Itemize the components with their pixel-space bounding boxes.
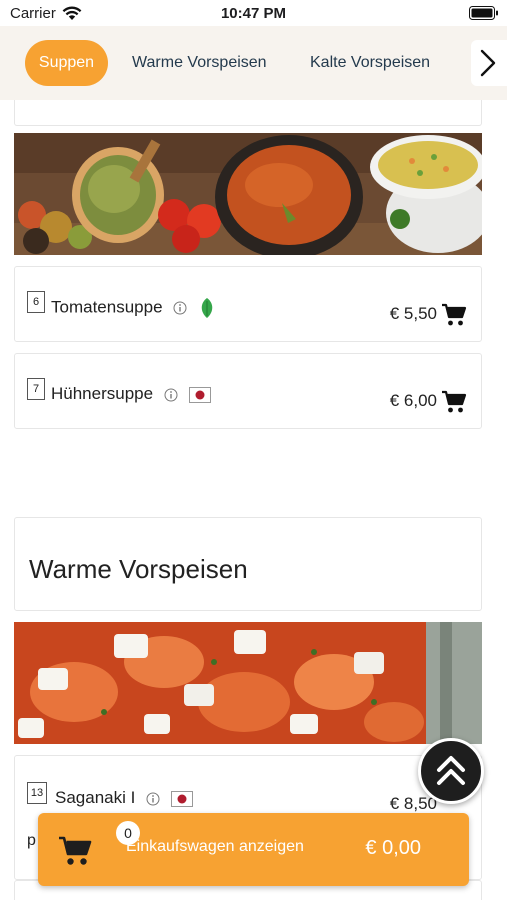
item-number: 6 [27, 291, 45, 313]
cart-icon [59, 836, 92, 865]
tab-kalte-vorspeisen[interactable]: Kalte Vorspeisen [310, 40, 430, 86]
item-price: € 5,50 [389, 304, 437, 323]
cart-label: Einkaufswagen anzeigen [126, 838, 304, 855]
item-name: Hühnersuppe [51, 384, 154, 403]
item-name: Tomatensuppe [51, 297, 163, 317]
section-header-card: Warme Vorspeisen [14, 517, 482, 611]
view-cart-button[interactable]: 0 Einkaufswagen anzeigen € 0,00 [38, 813, 469, 886]
soup-hero-image [14, 133, 482, 255]
item-name-row: Tomatensuppe [51, 297, 216, 319]
chevron-right-icon [480, 49, 496, 77]
leaf-icon [201, 298, 213, 318]
saganaki-hero-image [14, 622, 482, 744]
japan-flag-icon [170, 790, 193, 807]
item-description: p [27, 832, 36, 849]
item-price: € 6,00 [389, 391, 437, 410]
category-nav: Suppen Warme Vorspeisen Kalte Vorspeisen… [0, 26, 507, 100]
info-icon[interactable] [164, 388, 178, 402]
double-chevron-up-icon [437, 756, 465, 785]
cart-total: € 0,00 [365, 837, 421, 859]
section-title: Warme Vorspeisen [29, 554, 248, 584]
item-number: 7 [27, 378, 45, 400]
item-number: 13 [27, 782, 47, 804]
battery-icon [469, 6, 498, 20]
add-to-cart-icon[interactable] [441, 303, 467, 327]
tab-suppen[interactable]: Suppen [25, 40, 108, 86]
item-name: Saganaki I [55, 788, 136, 807]
previous-card [14, 100, 482, 126]
tab-warme-vorspeisen[interactable]: Warme Vorspeisen [132, 40, 267, 86]
menu-item-card[interactable]: 6 Tomatensuppe € 5,50 [14, 266, 482, 342]
nav-next-button[interactable] [471, 40, 507, 86]
add-to-cart-icon[interactable] [441, 390, 467, 414]
info-icon[interactable] [173, 301, 187, 315]
japan-flag-icon [188, 386, 211, 403]
status-time: 10:47 PM [220, 5, 287, 22]
scroll-to-top-button[interactable] [418, 738, 484, 804]
item-name-row: Saganaki I [55, 788, 193, 808]
status-bar: Carrier 10:47 PM [0, 0, 507, 26]
menu-item-card[interactable]: 7 Hühnersuppe € 6,00 [14, 353, 482, 429]
info-icon[interactable] [146, 792, 160, 806]
item-name-row: Hühnersuppe [51, 384, 211, 404]
